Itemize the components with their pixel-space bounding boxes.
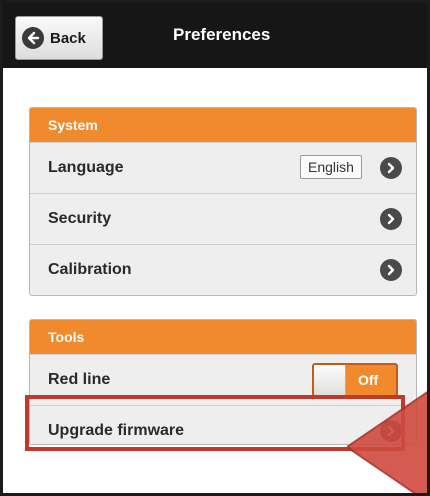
- top-bar: Back Preferences: [3, 3, 427, 68]
- chevron-right-icon[interactable]: [380, 208, 402, 230]
- toggle-knob[interactable]: [314, 365, 346, 395]
- language-value: English: [300, 155, 362, 179]
- security-label: Security: [48, 210, 112, 227]
- chevron-right-icon[interactable]: [380, 259, 402, 281]
- back-button[interactable]: Back: [15, 16, 103, 60]
- back-label: Back: [50, 29, 86, 47]
- system-heading: System: [30, 108, 416, 142]
- app-frame: Back Preferences System Language English…: [0, 0, 430, 496]
- highlight-arrow-icon: [347, 391, 427, 493]
- language-row[interactable]: Language English: [30, 142, 416, 193]
- calibration-label: Calibration: [48, 261, 132, 278]
- back-arrow-icon: [22, 27, 44, 49]
- upgrade-firmware-label: Upgrade firmware: [48, 422, 185, 439]
- language-label: Language: [48, 159, 124, 176]
- red-line-label: Red line: [48, 371, 111, 388]
- tools-heading: Tools: [30, 320, 416, 354]
- system-panel: System Language English Security Calibra…: [29, 107, 417, 296]
- security-row[interactable]: Security: [30, 193, 416, 244]
- calibration-row[interactable]: Calibration: [30, 244, 416, 295]
- page-title: Preferences: [173, 25, 271, 44]
- chevron-right-icon[interactable]: [380, 157, 402, 179]
